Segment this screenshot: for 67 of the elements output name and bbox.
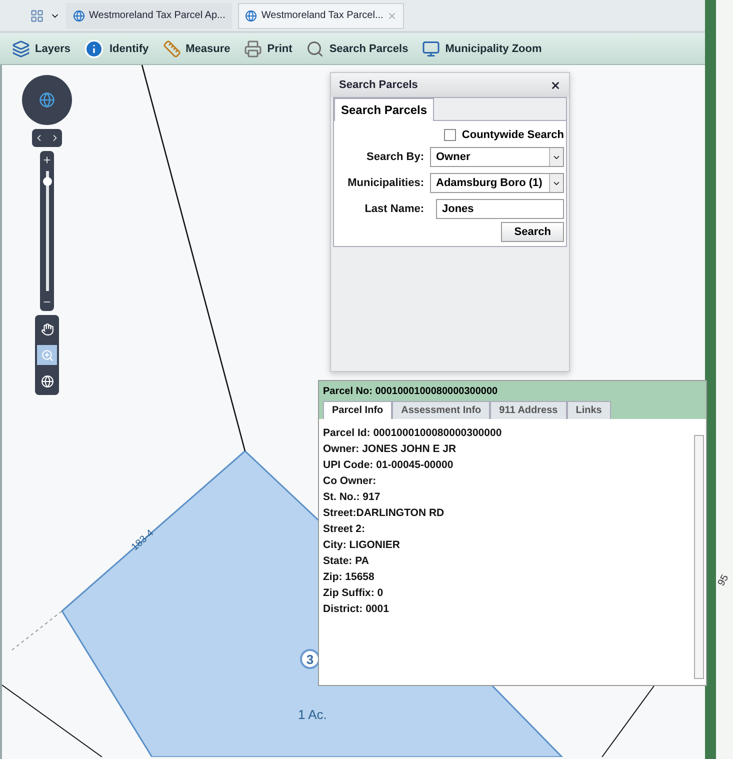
field-label: Municipalities: <box>346 177 424 189</box>
toolbar-button[interactable]: Print <box>244 40 292 58</box>
printer-icon <box>244 40 262 58</box>
info-line: State: PA <box>323 554 370 569</box>
toolbar-label: Search Parcels <box>329 42 408 54</box>
info-line: Street 2: <box>323 522 366 537</box>
panel-tab[interactable]: Assessment Info <box>392 401 490 419</box>
panel-tab[interactable]: Links <box>566 401 611 419</box>
info-line: Zip Suffix: 0 <box>323 586 384 601</box>
field-label: Last Name: <box>364 203 424 215</box>
toolbar-button[interactable]: Measure <box>162 40 230 58</box>
toolbar-label: Layers <box>35 42 70 54</box>
browser-tab[interactable]: Westmoreland Tax Parcel... <box>238 2 404 28</box>
globe-icon <box>39 92 55 108</box>
history-control[interactable] <box>32 129 62 147</box>
info-line: Street:DARLINGTON RD <box>323 506 446 521</box>
search-icon <box>306 40 324 58</box>
app-grid-icon[interactable] <box>30 8 44 22</box>
checkbox[interactable] <box>444 129 456 141</box>
map-label: 95 <box>716 572 732 588</box>
ruler-icon <box>162 40 181 58</box>
zoom-slider[interactable] <box>40 151 54 311</box>
toolbar-button[interactable]: Search Parcels <box>306 40 408 58</box>
dropdown[interactable]: Adamsburg Boro (1) <box>430 173 564 193</box>
info-line: St. No.: 917 <box>323 490 382 505</box>
toolbar-label: Municipality Zoom <box>445 42 542 54</box>
dialog-tab[interactable]: Search Parcels <box>334 98 434 121</box>
info-line: UPI Code: 01-00045-00000 <box>323 458 454 473</box>
hand-icon <box>40 322 54 336</box>
panel-title: Parcel No: 0001000100080000300000 <box>319 381 706 401</box>
toolbar-label: Measure <box>186 42 230 54</box>
layers-icon <box>12 40 30 58</box>
info-line: Zip: 15658 <box>323 570 376 585</box>
globe-icon <box>73 10 85 22</box>
close-icon[interactable] <box>550 80 561 90</box>
dialog-title: Search Parcels <box>339 79 418 91</box>
tab-title: Westmoreland Tax Parcel... <box>261 10 384 21</box>
pan-control[interactable] <box>22 75 72 125</box>
zoom-in-icon <box>40 348 54 362</box>
info-line: Owner: JONES JOHN E JR <box>323 442 458 457</box>
search-button[interactable]: Search <box>501 222 564 242</box>
dropdown[interactable]: Owner <box>430 147 564 167</box>
panel-tab[interactable]: Parcel Info <box>323 401 392 419</box>
text-field[interactable]: Jones <box>436 199 564 219</box>
scrollbar[interactable] <box>694 435 704 679</box>
globe-icon <box>40 374 54 388</box>
boundary-line <box>12 610 62 650</box>
globe-icon <box>245 10 258 22</box>
browser-tab[interactable]: Westmoreland Tax Parcel Ap... <box>66 2 232 28</box>
tab-title: Westmoreland Tax Parcel Ap... <box>89 10 226 21</box>
info-line: District: 0001 <box>323 602 390 617</box>
monitor-icon <box>422 40 440 58</box>
zoom-in-icon[interactable] <box>42 155 52 165</box>
info-line: Parcel Id: 0001000100080000300000 <box>323 426 503 441</box>
toolbar-button[interactable]: Municipality Zoom <box>422 40 542 58</box>
checkbox-label: Countywide Search <box>462 129 564 141</box>
map-label: 1 Ac. <box>298 707 327 722</box>
info-icon <box>84 38 104 58</box>
field-label: Search By: <box>366 151 424 163</box>
panel-tab[interactable]: 911 Address <box>490 401 567 419</box>
toolbar-button[interactable]: Identify <box>84 38 149 58</box>
toolbar-label: Print <box>267 42 292 54</box>
toolbar-button[interactable]: Layers <box>12 40 70 58</box>
toolbar-label: Identify <box>109 42 149 54</box>
info-line: Co Owner: <box>323 474 378 489</box>
info-line: City: LIGONIER <box>323 538 402 553</box>
slider-thumb[interactable] <box>42 176 52 186</box>
